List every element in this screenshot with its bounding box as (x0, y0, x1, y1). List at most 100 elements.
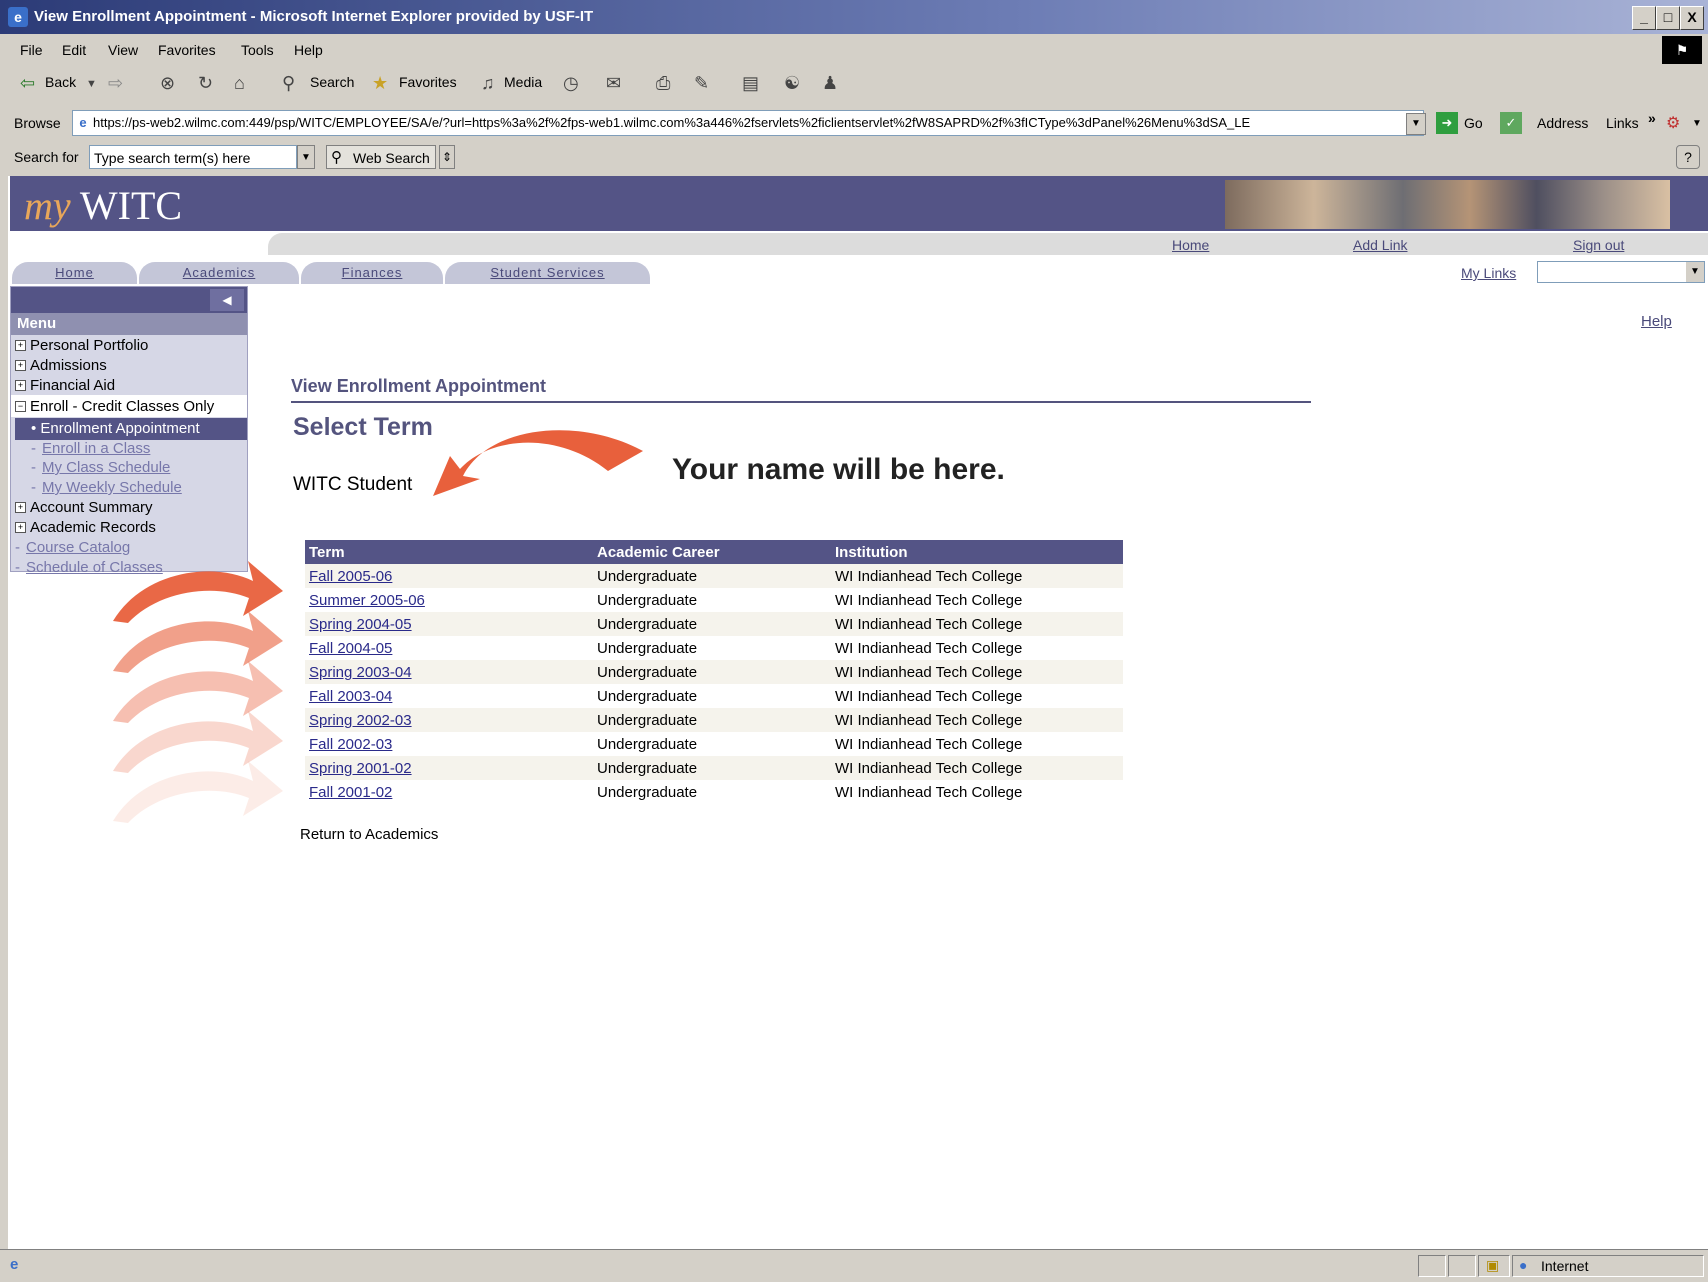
forward-arrow-icon[interactable]: ⇨ (108, 73, 123, 94)
menu-sub-class-schedule[interactable]: - My Class Schedule (31, 459, 170, 476)
util-home-link[interactable]: Home (1172, 237, 1209, 253)
check-icon[interactable]: ✓ (1500, 112, 1522, 134)
col-term: Term (305, 540, 593, 564)
menu-sub-enrollment-appointment[interactable]: • Enrollment Appointment (31, 420, 200, 437)
address-bar: Browse e https://ps-web2.wilmc.com:449/ps… (0, 106, 1708, 141)
window-left-border (0, 176, 8, 1249)
print-icon[interactable]: ⎙ (656, 73, 670, 94)
term-link[interactable]: Summer 2005-06 (309, 592, 425, 609)
search-icon[interactable]: ⚲ (282, 73, 295, 94)
term-link[interactable]: Spring 2001-02 (309, 760, 412, 777)
menu-item-personal-portfolio[interactable]: + Personal Portfolio (15, 337, 148, 354)
menu-file[interactable]: File (20, 42, 43, 58)
menu-active-item[interactable]: • Enrollment Appointment (15, 418, 247, 440)
term-link[interactable]: Fall 2001-02 (309, 784, 392, 801)
lock-icon: ▣ (1486, 1257, 1500, 1273)
favorites-icon[interactable]: ★ (372, 73, 388, 94)
portal-banner: my WITC (10, 176, 1708, 231)
messenger-icon[interactable]: ☯ (784, 73, 800, 94)
menu-sub-weekly-schedule[interactable]: - My Weekly Schedule (31, 479, 182, 496)
career-cell: Undergraduate (593, 756, 831, 780)
menu-edit[interactable]: Edit (62, 42, 86, 58)
search-input[interactable]: Type search term(s) here (89, 145, 297, 169)
table-row: Fall 2002-03 Undergraduate WI Indianhead T… (305, 732, 1123, 756)
expand-icon[interactable]: + (15, 340, 26, 351)
chevron-right-icon[interactable]: » (1648, 110, 1656, 126)
url-dropdown-icon[interactable]: ▼ (1406, 113, 1426, 135)
my-links-select[interactable]: ▼ (1537, 261, 1705, 283)
menu-view[interactable]: View (108, 42, 138, 58)
menu-item-account-summary[interactable]: + Account Summary (15, 499, 153, 516)
return-to-academics[interactable]: Return to Academics (300, 826, 438, 843)
maximize-button[interactable]: □ (1656, 6, 1680, 30)
favorites-button[interactable]: Favorites (399, 74, 457, 90)
stop-icon[interactable]: ⊗ (160, 73, 175, 94)
term-link[interactable]: Fall 2005-06 (309, 568, 392, 585)
menu-item-admissions[interactable]: + Admissions (15, 357, 107, 374)
help-link[interactable]: Help (1641, 313, 1672, 330)
tab-home[interactable]: Home (12, 262, 137, 284)
back-arrow-icon[interactable]: ⇦ (20, 73, 35, 94)
term-link[interactable]: Spring 2004-05 (309, 616, 412, 633)
web-search-button[interactable]: ⚲ Web Search (326, 145, 436, 169)
page-status-icon: e (10, 1256, 19, 1273)
career-cell: Undergraduate (593, 732, 831, 756)
term-link[interactable]: Spring 2003-04 (309, 664, 412, 681)
search-button[interactable]: Search (310, 74, 354, 90)
links-label[interactable]: Links (1606, 115, 1639, 131)
menu-item-enroll[interactable]: − Enroll - Credit Classes Only (15, 398, 214, 415)
menu-favorites[interactable]: Favorites (158, 42, 216, 58)
history-icon[interactable]: ◷ (563, 73, 579, 94)
chevron-down-icon[interactable]: ▼ (1686, 262, 1704, 282)
url-input[interactable]: e https://ps-web2.wilmc.com:449/psp/WITC/… (72, 110, 1424, 136)
pdf-icon[interactable]: ⚙ (1666, 113, 1680, 133)
windows-logo-icon: ⚑ (1662, 36, 1702, 64)
tab-academics[interactable]: Academics (139, 262, 299, 284)
refresh-icon[interactable]: ↻ (198, 73, 213, 94)
institution-cell: WI Indianhead Tech College (831, 780, 1123, 804)
term-link[interactable]: Fall 2004-05 (309, 640, 392, 657)
back-button[interactable]: Back (45, 74, 76, 90)
media-button[interactable]: Media (504, 74, 542, 90)
person-icon[interactable]: ♟ (822, 73, 838, 94)
institution-cell: WI Indianhead Tech College (831, 708, 1123, 732)
term-link[interactable]: Fall 2003-04 (309, 688, 392, 705)
go-button[interactable]: Go (1464, 115, 1483, 131)
close-button[interactable]: X (1680, 6, 1704, 30)
mail-icon[interactable]: ✉ (606, 73, 621, 94)
menu-item-financial-aid[interactable]: + Financial Aid (15, 377, 115, 394)
search-dropdown-icon[interactable]: ▼ (297, 145, 315, 169)
menu-top-bar: ◀ (11, 287, 247, 313)
collapse-menu-button[interactable]: ◀ (210, 289, 244, 311)
expand-icon[interactable]: + (15, 360, 26, 371)
edit-icon[interactable]: ✎ (694, 73, 709, 94)
institution-cell: WI Indianhead Tech College (831, 564, 1123, 588)
menu-sub-enroll-class[interactable]: - Enroll in a Class (31, 440, 150, 457)
menu-item-academic-records[interactable]: + Academic Records (15, 519, 156, 536)
expand-icon[interactable]: + (15, 380, 26, 391)
menu-header: Menu (11, 313, 247, 335)
tab-student-services[interactable]: Student Services (445, 262, 650, 284)
media-icon[interactable]: ♫ (481, 73, 495, 94)
menu-help[interactable]: Help (294, 42, 323, 58)
pdf-dropdown-icon[interactable]: ▼ (1692, 118, 1702, 129)
go-arrow-icon[interactable]: ➜ (1436, 112, 1458, 134)
career-cell: Undergraduate (593, 684, 831, 708)
search-for-label: Search for (14, 149, 79, 165)
tab-finances[interactable]: Finances (301, 262, 443, 284)
help-question-icon[interactable]: ? (1676, 145, 1700, 169)
expand-icon[interactable]: + (15, 522, 26, 533)
term-link[interactable]: Fall 2002-03 (309, 736, 392, 753)
add-link-link[interactable]: Add Link (1353, 237, 1407, 253)
collapse-icon[interactable]: − (15, 401, 26, 412)
search-options-icon[interactable]: ⇕ (439, 145, 455, 169)
expand-icon[interactable]: + (15, 502, 26, 513)
my-links-label[interactable]: My Links (1461, 265, 1516, 281)
discuss-icon[interactable]: ▤ (742, 73, 759, 94)
minimize-button[interactable]: _ (1632, 6, 1656, 30)
term-link[interactable]: Spring 2002-03 (309, 712, 412, 729)
sign-out-link[interactable]: Sign out (1573, 237, 1624, 253)
back-dropdown-icon[interactable]: ▼ (86, 78, 97, 90)
menu-tools[interactable]: Tools (241, 42, 274, 58)
home-icon[interactable]: ⌂ (234, 73, 245, 94)
